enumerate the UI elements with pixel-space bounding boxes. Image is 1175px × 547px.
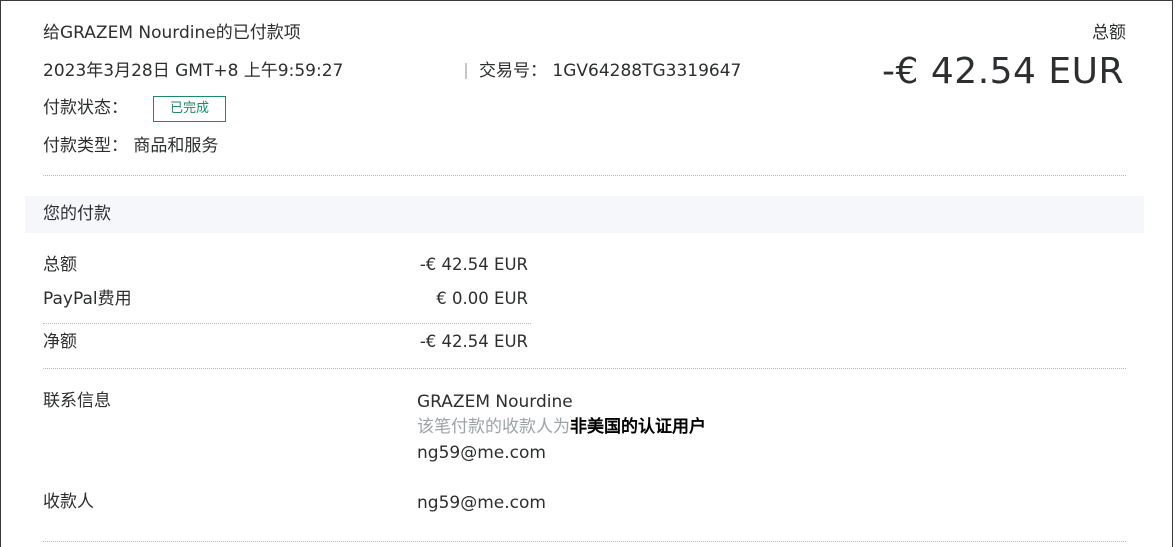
transaction-id[interactable]: 1GV64288TG3319647 [552,61,741,81]
contact-note: 该笔付款的收款人为非美国的认证用户 [417,416,706,438]
total-amount: -€ 42.54 EUR [882,51,1124,92]
payment-divider [43,368,1126,369]
transaction-id-label: 交易号： [479,61,547,81]
your-payment-section-header [25,196,1144,233]
section-title: 您的付款 [43,204,111,224]
status-badge: 已完成 [153,96,226,122]
row-value-gross: -€ 42.54 EUR [419,255,528,274]
contact-label: 联系信息 [43,391,111,411]
separator-bar [465,63,467,79]
contact-note-bold: 非美国的认证用户 [570,417,706,437]
status-label: 付款状态： [43,98,128,118]
recipient-label: 收款人 [43,492,94,512]
transaction-id-row: 交易号： 1GV64288TG3319647 [479,60,741,82]
payment-type-row: 付款类型： 商品和服务 [43,135,218,157]
row-label-net: 净额 [43,332,77,352]
payment-title: 给GRAZEM Nourdine的已付款项 [43,23,301,43]
bottom-divider [43,541,1126,542]
row-label-gross: 总额 [43,255,77,275]
transaction-details-panel: 给GRAZEM Nourdine的已付款项 总额 2023年3月28日 GMT+… [0,0,1173,547]
header-divider [43,175,1126,176]
total-label: 总额 [1092,23,1126,43]
transaction-datetime: 2023年3月28日 GMT+8 上午9:59:27 [43,61,344,81]
row-label-fee: PayPal费用 [43,289,132,309]
contact-email[interactable]: ng59@me.com [417,442,546,464]
recipient-email[interactable]: ng59@me.com [417,492,546,514]
contact-note-prefix: 该笔付款的收款人为 [417,417,570,437]
contact-name: GRAZEM Nourdine [417,392,573,412]
row-value-fee: € 0.00 EUR [436,289,528,308]
row-value-net: -€ 42.54 EUR [419,332,528,351]
payment-type-value: 商品和服务 [133,136,219,156]
payment-type-label: 付款类型： [43,136,128,156]
net-divider [43,323,531,324]
